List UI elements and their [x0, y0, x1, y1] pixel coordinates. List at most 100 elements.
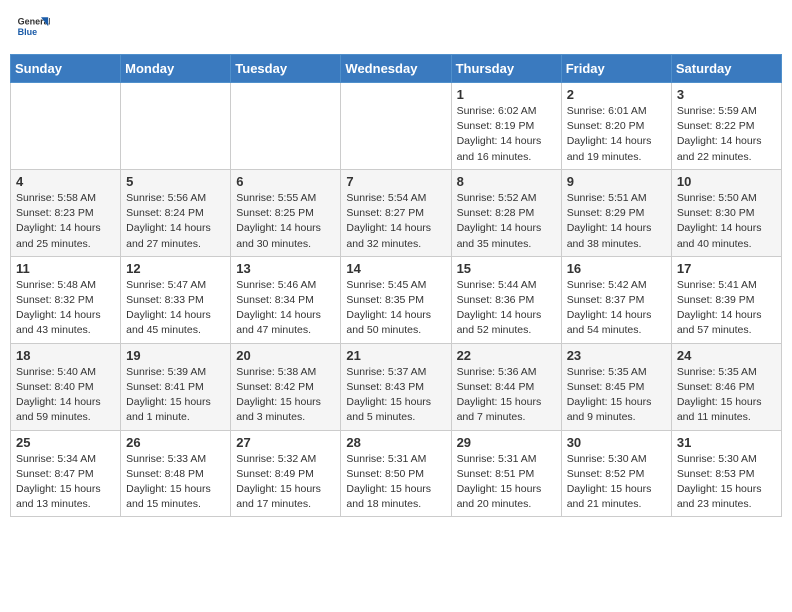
day-info: Sunrise: 5:31 AM Sunset: 8:51 PM Dayligh… [457, 452, 556, 513]
day-number: 8 [457, 174, 556, 189]
day-number: 18 [16, 348, 115, 363]
day-number: 17 [677, 261, 776, 276]
day-of-week-header: Thursday [451, 55, 561, 83]
day-info: Sunrise: 5:46 AM Sunset: 8:34 PM Dayligh… [236, 278, 335, 339]
calendar-table: SundayMondayTuesdayWednesdayThursdayFrid… [10, 54, 782, 517]
calendar-cell: 5 Sunrise: 5:56 AM Sunset: 8:24 PM Daylig… [121, 169, 231, 256]
day-number: 15 [457, 261, 556, 276]
calendar-cell [341, 83, 451, 170]
day-info: Sunrise: 5:55 AM Sunset: 8:25 PM Dayligh… [236, 191, 335, 252]
day-number: 10 [677, 174, 776, 189]
day-info: Sunrise: 5:47 AM Sunset: 8:33 PM Dayligh… [126, 278, 225, 339]
day-number: 24 [677, 348, 776, 363]
day-number: 23 [567, 348, 666, 363]
calendar-week-row: 1 Sunrise: 6:02 AM Sunset: 8:19 PM Daylig… [11, 83, 782, 170]
calendar-cell: 30 Sunrise: 5:30 AM Sunset: 8:52 PM Dayli… [561, 430, 671, 517]
day-number: 19 [126, 348, 225, 363]
calendar-cell: 21 Sunrise: 5:37 AM Sunset: 8:43 PM Dayli… [341, 343, 451, 430]
day-number: 26 [126, 435, 225, 450]
calendar-cell: 17Sunrise: 5:41 AM Sunset: 8:39 PM Dayli… [671, 256, 781, 343]
calendar-cell: 6 Sunrise: 5:55 AM Sunset: 8:25 PM Daylig… [231, 169, 341, 256]
day-info: Sunrise: 5:38 AM Sunset: 8:42 PM Dayligh… [236, 365, 335, 426]
day-number: 1 [457, 87, 556, 102]
day-info: Sunrise: 5:51 AM Sunset: 8:29 PM Dayligh… [567, 191, 666, 252]
day-info: Sunrise: 5:32 AM Sunset: 8:49 PM Dayligh… [236, 452, 335, 513]
day-number: 28 [346, 435, 445, 450]
calendar-cell: 7 Sunrise: 5:54 AM Sunset: 8:27 PM Daylig… [341, 169, 451, 256]
day-number: 16 [567, 261, 666, 276]
calendar-cell: 19 Sunrise: 5:39 AM Sunset: 8:41 PM Dayli… [121, 343, 231, 430]
day-info: Sunrise: 5:40 AM Sunset: 8:40 PM Dayligh… [16, 365, 115, 426]
calendar-cell: 12 Sunrise: 5:47 AM Sunset: 8:33 PM Dayli… [121, 256, 231, 343]
calendar-cell: 25 Sunrise: 5:34 AM Sunset: 8:47 PM Dayli… [11, 430, 121, 517]
day-number: 25 [16, 435, 115, 450]
calendar-cell: 29 Sunrise: 5:31 AM Sunset: 8:51 PM Dayli… [451, 430, 561, 517]
calendar-cell: 10 Sunrise: 5:50 AM Sunset: 8:30 PM Dayli… [671, 169, 781, 256]
day-number: 9 [567, 174, 666, 189]
calendar-cell: 2 Sunrise: 6:01 AM Sunset: 8:20 PM Daylig… [561, 83, 671, 170]
day-info: Sunrise: 5:36 AM Sunset: 8:44 PM Dayligh… [457, 365, 556, 426]
svg-text:Blue: Blue [18, 27, 38, 37]
day-of-week-header: Wednesday [341, 55, 451, 83]
day-info: Sunrise: 5:37 AM Sunset: 8:43 PM Dayligh… [346, 365, 445, 426]
day-number: 31 [677, 435, 776, 450]
calendar-cell: 4 Sunrise: 5:58 AM Sunset: 8:23 PM Daylig… [11, 169, 121, 256]
calendar-cell: 26Sunrise: 5:33 AM Sunset: 8:48 PM Dayli… [121, 430, 231, 517]
calendar-cell: 13Sunrise: 5:46 AM Sunset: 8:34 PM Dayli… [231, 256, 341, 343]
day-info: Sunrise: 5:50 AM Sunset: 8:30 PM Dayligh… [677, 191, 776, 252]
day-number: 22 [457, 348, 556, 363]
calendar-cell: 1 Sunrise: 6:02 AM Sunset: 8:19 PM Daylig… [451, 83, 561, 170]
day-info: Sunrise: 5:45 AM Sunset: 8:35 PM Dayligh… [346, 278, 445, 339]
day-info: Sunrise: 5:56 AM Sunset: 8:24 PM Dayligh… [126, 191, 225, 252]
day-number: 6 [236, 174, 335, 189]
day-of-week-header: Monday [121, 55, 231, 83]
day-info: Sunrise: 6:02 AM Sunset: 8:19 PM Dayligh… [457, 104, 556, 165]
logo: General Blue [14, 10, 54, 46]
day-of-week-header: Tuesday [231, 55, 341, 83]
day-info: Sunrise: 5:54 AM Sunset: 8:27 PM Dayligh… [346, 191, 445, 252]
day-info: Sunrise: 5:35 AM Sunset: 8:46 PM Dayligh… [677, 365, 776, 426]
day-number: 29 [457, 435, 556, 450]
calendar-week-row: 4 Sunrise: 5:58 AM Sunset: 8:23 PM Daylig… [11, 169, 782, 256]
day-number: 4 [16, 174, 115, 189]
calendar-week-row: 18 Sunrise: 5:40 AM Sunset: 8:40 PM Dayli… [11, 343, 782, 430]
day-number: 11 [16, 261, 115, 276]
day-info: Sunrise: 5:58 AM Sunset: 8:23 PM Dayligh… [16, 191, 115, 252]
day-info: Sunrise: 5:44 AM Sunset: 8:36 PM Dayligh… [457, 278, 556, 339]
calendar-week-row: 11 Sunrise: 5:48 AM Sunset: 8:32 PM Dayli… [11, 256, 782, 343]
calendar-cell [11, 83, 121, 170]
day-info: Sunrise: 5:30 AM Sunset: 8:52 PM Dayligh… [567, 452, 666, 513]
day-number: 2 [567, 87, 666, 102]
calendar-cell: 31 Sunrise: 5:30 AM Sunset: 8:53 PM Dayli… [671, 430, 781, 517]
day-info: Sunrise: 5:48 AM Sunset: 8:32 PM Dayligh… [16, 278, 115, 339]
calendar-cell: 15 Sunrise: 5:44 AM Sunset: 8:36 PM Dayli… [451, 256, 561, 343]
day-number: 21 [346, 348, 445, 363]
day-info: Sunrise: 6:01 AM Sunset: 8:20 PM Dayligh… [567, 104, 666, 165]
day-info: Sunrise: 5:31 AM Sunset: 8:50 PM Dayligh… [346, 452, 445, 513]
calendar-cell [231, 83, 341, 170]
calendar-cell: 22 Sunrise: 5:36 AM Sunset: 8:44 PM Dayli… [451, 343, 561, 430]
day-number: 5 [126, 174, 225, 189]
calendar-cell [121, 83, 231, 170]
day-number: 27 [236, 435, 335, 450]
day-number: 30 [567, 435, 666, 450]
calendar-cell: 23 Sunrise: 5:35 AM Sunset: 8:45 PM Dayli… [561, 343, 671, 430]
calendar-cell: 24 Sunrise: 5:35 AM Sunset: 8:46 PM Dayli… [671, 343, 781, 430]
day-info: Sunrise: 5:35 AM Sunset: 8:45 PM Dayligh… [567, 365, 666, 426]
day-number: 7 [346, 174, 445, 189]
day-info: Sunrise: 5:30 AM Sunset: 8:53 PM Dayligh… [677, 452, 776, 513]
calendar-cell: 9 Sunrise: 5:51 AM Sunset: 8:29 PM Daylig… [561, 169, 671, 256]
day-of-week-header: Friday [561, 55, 671, 83]
day-info: Sunrise: 5:42 AM Sunset: 8:37 PM Dayligh… [567, 278, 666, 339]
calendar-cell: 18 Sunrise: 5:40 AM Sunset: 8:40 PM Dayli… [11, 343, 121, 430]
day-info: Sunrise: 5:34 AM Sunset: 8:47 PM Dayligh… [16, 452, 115, 513]
day-number: 14 [346, 261, 445, 276]
day-of-week-header: Sunday [11, 55, 121, 83]
calendar-cell: 16 Sunrise: 5:42 AM Sunset: 8:37 PM Dayli… [561, 256, 671, 343]
day-info: Sunrise: 5:52 AM Sunset: 8:28 PM Dayligh… [457, 191, 556, 252]
day-number: 3 [677, 87, 776, 102]
day-info: Sunrise: 5:39 AM Sunset: 8:41 PM Dayligh… [126, 365, 225, 426]
day-number: 12 [126, 261, 225, 276]
calendar-header-row: SundayMondayTuesdayWednesdayThursdayFrid… [11, 55, 782, 83]
calendar-cell: 20Sunrise: 5:38 AM Sunset: 8:42 PM Dayli… [231, 343, 341, 430]
